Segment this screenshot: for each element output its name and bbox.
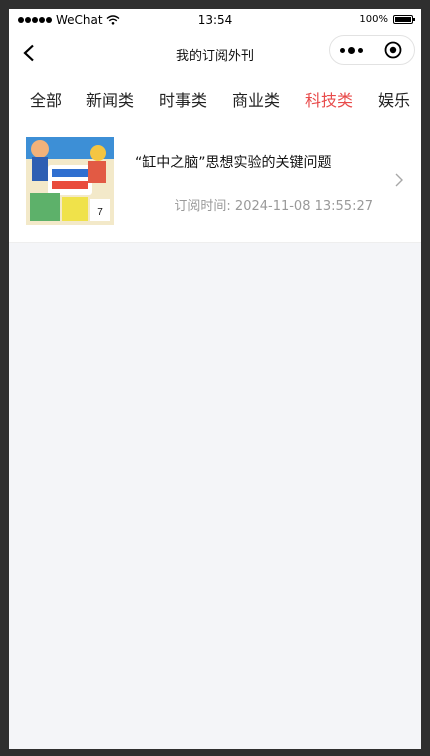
article-list-item[interactable]: 7 “缸中之脑”思想实验的关键问题 订阅时间: 2024-11-08 13:55… (9, 121, 421, 243)
navigation-bar: 我的订阅外刊 (9, 33, 421, 73)
battery-percent: 100% (359, 14, 388, 25)
category-tabs: 全部 新闻类 时事类 商业类 科技类 娱乐 (9, 73, 421, 121)
phone-screen: WeChat 13:54 100% 我的订阅外刊 全部 新闻类 时事类 商业类 … (9, 9, 421, 749)
tab-entertainment[interactable]: 娱乐 (378, 87, 410, 111)
svg-text:7: 7 (97, 207, 103, 218)
status-bar: WeChat 13:54 100% (9, 9, 421, 33)
battery-icon (393, 15, 415, 24)
battery-area: 100% (359, 14, 415, 25)
close-button[interactable] (372, 36, 414, 64)
subscription-time: 订阅时间: 2024-11-08 13:55:27 (174, 199, 373, 214)
target-close-icon (384, 41, 402, 59)
tab-news[interactable]: 新闻类 (86, 87, 134, 111)
article-title: “缸中之脑”思想实验的关键问题 (135, 155, 332, 171)
mini-program-capsule (329, 35, 415, 65)
article-thumbnail: 7 (26, 137, 114, 225)
tab-business[interactable]: 商业类 (232, 87, 280, 111)
tab-all[interactable]: 全部 (30, 87, 62, 111)
chevron-right-icon (395, 173, 403, 187)
tab-technology[interactable]: 科技类 (305, 87, 353, 111)
more-dots-icon (339, 47, 345, 53)
more-button[interactable] (330, 36, 372, 64)
tab-current-affairs[interactable]: 时事类 (159, 87, 207, 111)
